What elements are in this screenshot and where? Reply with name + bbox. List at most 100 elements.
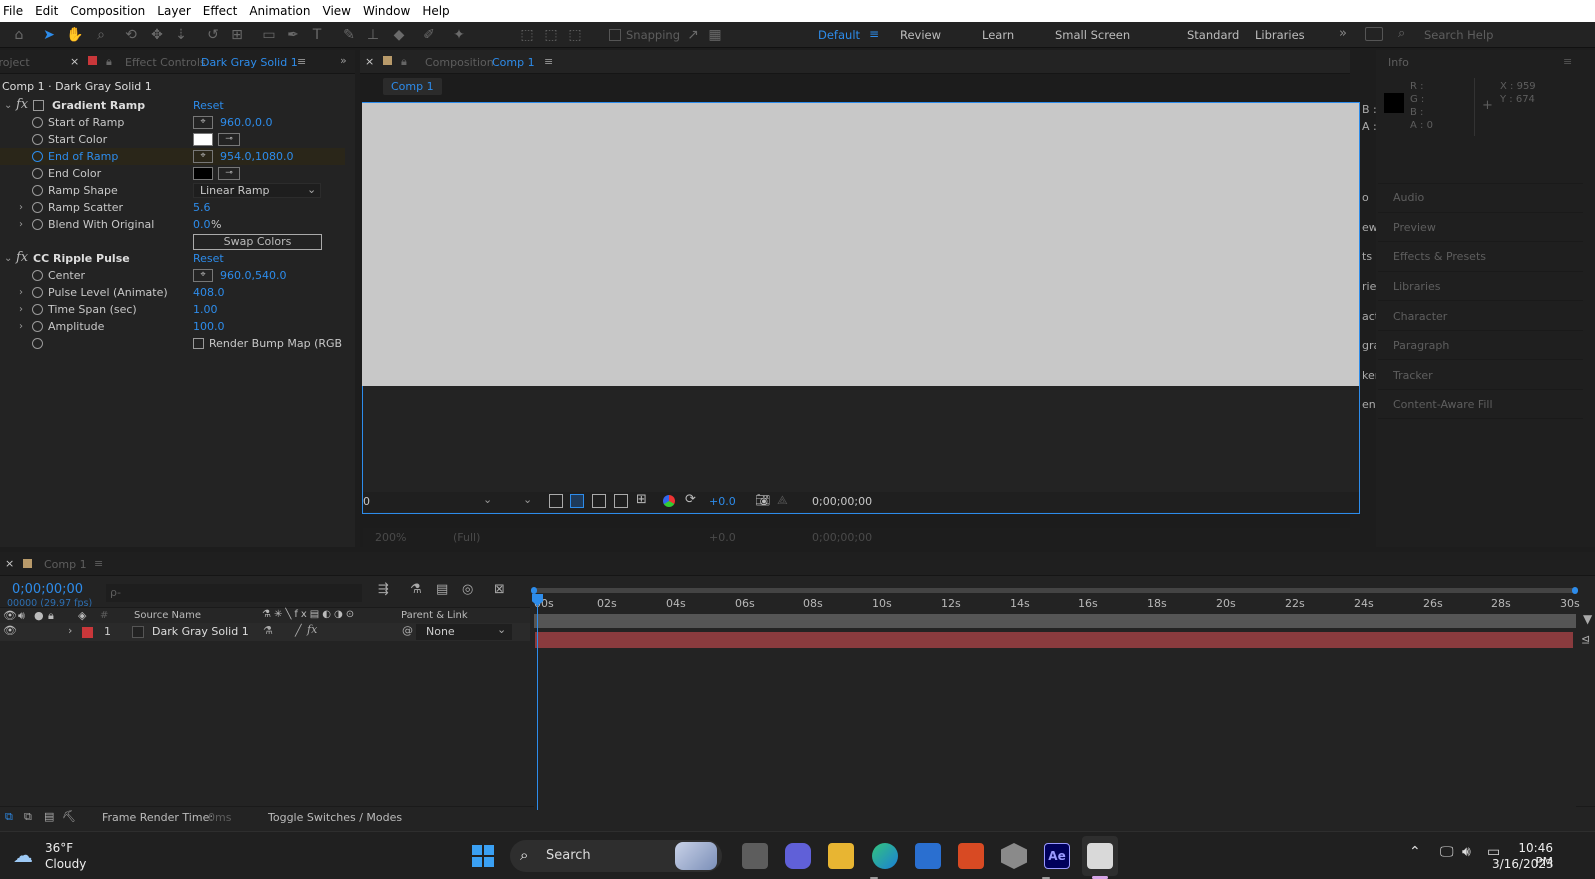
lock-icon[interactable]: 🔒︎	[401, 55, 407, 69]
layer-label-color[interactable]	[82, 627, 93, 638]
stopwatch-icon[interactable]	[32, 321, 43, 332]
work-area-end-handle[interactable]	[1572, 587, 1578, 594]
menu-composition[interactable]: Composition	[64, 4, 151, 18]
motion-blur-icon[interactable]: ◎	[462, 582, 473, 597]
lock-icon[interactable]: 🔒︎	[48, 609, 54, 623]
weather-condition[interactable]: Cloudy	[45, 857, 86, 871]
taskbar-search[interactable]: ⌕ Search	[510, 840, 722, 872]
rotate-tool-icon[interactable]: ↺	[204, 26, 222, 44]
teams-chat-icon[interactable]	[785, 843, 811, 869]
camera-snapshot-icon[interactable]: 📷︎	[755, 493, 770, 507]
chevron-right-icon[interactable]: ›	[68, 624, 72, 637]
toggle-switches-modes-button[interactable]: Toggle Switches / Modes	[268, 811, 402, 824]
workspace-learn[interactable]: Learn	[982, 28, 1014, 42]
stopwatch-icon[interactable]	[32, 117, 43, 128]
label-tag-icon[interactable]: ◈	[78, 609, 86, 622]
swap-colors-button[interactable]: Swap Colors	[193, 234, 322, 250]
column-source-name[interactable]: Source Name	[134, 610, 201, 621]
selection-tool-icon[interactable]: ➤	[40, 26, 58, 44]
channel-icon[interactable]	[663, 495, 675, 507]
expand-layers-icon[interactable]: ⧉	[5, 810, 13, 824]
home-icon[interactable]: ⌂	[10, 26, 28, 44]
weather-temp[interactable]: 36°F	[45, 841, 73, 855]
in-out-icon[interactable]: ▤	[44, 810, 54, 823]
timeline-timecode[interactable]: 0;00;00;00	[12, 582, 83, 597]
stopwatch-icon[interactable]	[32, 151, 43, 162]
crosshair-icon[interactable]: ⌖	[193, 269, 213, 282]
transparency-grid-icon[interactable]	[570, 494, 584, 508]
stopwatch-icon[interactable]	[32, 270, 43, 281]
reset-link[interactable]: Reset	[193, 250, 224, 267]
info-title[interactable]: Info	[1388, 56, 1409, 69]
tab-composition-name[interactable]: Comp 1	[492, 56, 535, 69]
windows-start-icon[interactable]	[472, 845, 494, 867]
zoom-value[interactable]: 0	[363, 495, 370, 508]
panel-content-aware-fill[interactable]: Content-Aware Fill	[1393, 398, 1493, 411]
panel-menu-icon[interactable]: ≡	[297, 55, 306, 68]
chevron-up-icon[interactable]: ⌃	[1409, 844, 1421, 860]
audio-icon[interactable]: 🔊︎	[18, 609, 25, 623]
exposure-value[interactable]: +0.0	[709, 495, 736, 508]
comp-marker-bin-icon[interactable]: ▼	[1583, 612, 1592, 626]
pickwhip-icon[interactable]: @	[402, 624, 413, 637]
weather-cloud-icon[interactable]: ☁	[13, 843, 33, 867]
brush-tool-icon[interactable]: ✎	[340, 26, 358, 44]
network-icon[interactable]: 🖵︎	[1440, 844, 1454, 860]
reset-link[interactable]: Reset	[193, 97, 224, 114]
end-color-swatch[interactable]	[193, 167, 213, 180]
graph-editor-icon[interactable]: ⊠	[494, 582, 505, 597]
clock-date[interactable]: 3/16/2023	[1492, 857, 1554, 871]
stopwatch-icon[interactable]	[32, 338, 43, 349]
prop-value[interactable]: 954.0,1080.0	[220, 148, 293, 165]
orbit-tool-icon[interactable]: ⟲	[122, 26, 140, 44]
clone-stamp-icon[interactable]: ⊥	[364, 26, 382, 44]
prop-value[interactable]: 960.0,540.0	[220, 267, 286, 284]
snap-option-icon[interactable]: ↗	[684, 26, 702, 44]
workspace-default[interactable]: Default	[818, 28, 860, 42]
roto-brush-icon[interactable]: ✐	[420, 26, 438, 44]
eye-icon[interactable]: 👁︎	[3, 624, 17, 637]
viewer-timecode[interactable]: 0;00;00;00	[812, 495, 872, 508]
eraser-tool-icon[interactable]: ◆	[390, 26, 408, 44]
reset-exposure-icon[interactable]: ⟳	[685, 492, 696, 507]
stopwatch-icon[interactable]	[32, 219, 43, 230]
work-area-bar[interactable]	[534, 588, 1576, 593]
eyedropper-icon[interactable]: ⊸	[218, 167, 240, 180]
menu-effect[interactable]: Effect	[197, 4, 244, 18]
prop-value[interactable]: 1.00	[193, 301, 218, 318]
stopwatch-icon[interactable]	[32, 168, 43, 179]
workspace-menu-icon[interactable]: ≡	[869, 27, 879, 41]
menu-animation[interactable]: Animation	[243, 4, 316, 18]
switches-icons[interactable]: ⚗✳╲fx▤◐◑⊙	[262, 609, 357, 620]
work-area-start-handle[interactable]	[531, 587, 537, 594]
local-axis-icon[interactable]: ⬚	[518, 26, 536, 44]
effect-gradient-ramp[interactable]: ⌄ fx Gradient Ramp Reset	[0, 97, 345, 114]
layer-name[interactable]: Dark Gray Solid 1	[152, 625, 249, 638]
tab-composition-label[interactable]: Composition	[425, 56, 494, 69]
rectangle-tool-icon[interactable]: ▭	[260, 26, 278, 44]
pan-tool-icon[interactable]: ✥	[148, 26, 166, 44]
layer-row[interactable]: 👁︎ › 1 Dark Gray Solid 1 ⚗ ╱ fx @ None ⌄	[0, 623, 530, 641]
close-icon[interactable]: ×	[5, 557, 14, 570]
fx-icon[interactable]: fx	[16, 249, 28, 266]
panel-expand-icon[interactable]: »	[340, 54, 347, 67]
prop-value[interactable]: 5.6	[193, 199, 211, 216]
puppet-tool-icon[interactable]: ✦	[450, 26, 468, 44]
workspace-libraries[interactable]: Libraries	[1255, 28, 1305, 42]
panel-menu-icon[interactable]: ≡	[544, 55, 553, 68]
tab-project[interactable]: Project	[0, 56, 30, 69]
edge-browser-icon[interactable]	[872, 843, 898, 869]
chevron-down-icon[interactable]: ⌄	[523, 493, 532, 506]
chevron-down-icon[interactable]: ⌄	[483, 493, 492, 506]
menu-file[interactable]: File	[0, 4, 29, 18]
guide-options-icon[interactable]	[614, 494, 628, 508]
playhead-line[interactable]	[537, 596, 538, 810]
tab-timeline-comp[interactable]: Comp 1	[44, 558, 87, 571]
show-snapshot-icon[interactable]: ⟁	[777, 493, 788, 508]
panel-preview[interactable]: Preview	[1393, 221, 1436, 234]
close-icon[interactable]: ×	[70, 55, 79, 68]
crosshair-icon[interactable]: ⌖	[193, 116, 213, 129]
view-axis-icon[interactable]: ⬚	[566, 26, 584, 44]
task-view-icon[interactable]	[742, 843, 768, 869]
stopwatch-icon[interactable]	[32, 304, 43, 315]
